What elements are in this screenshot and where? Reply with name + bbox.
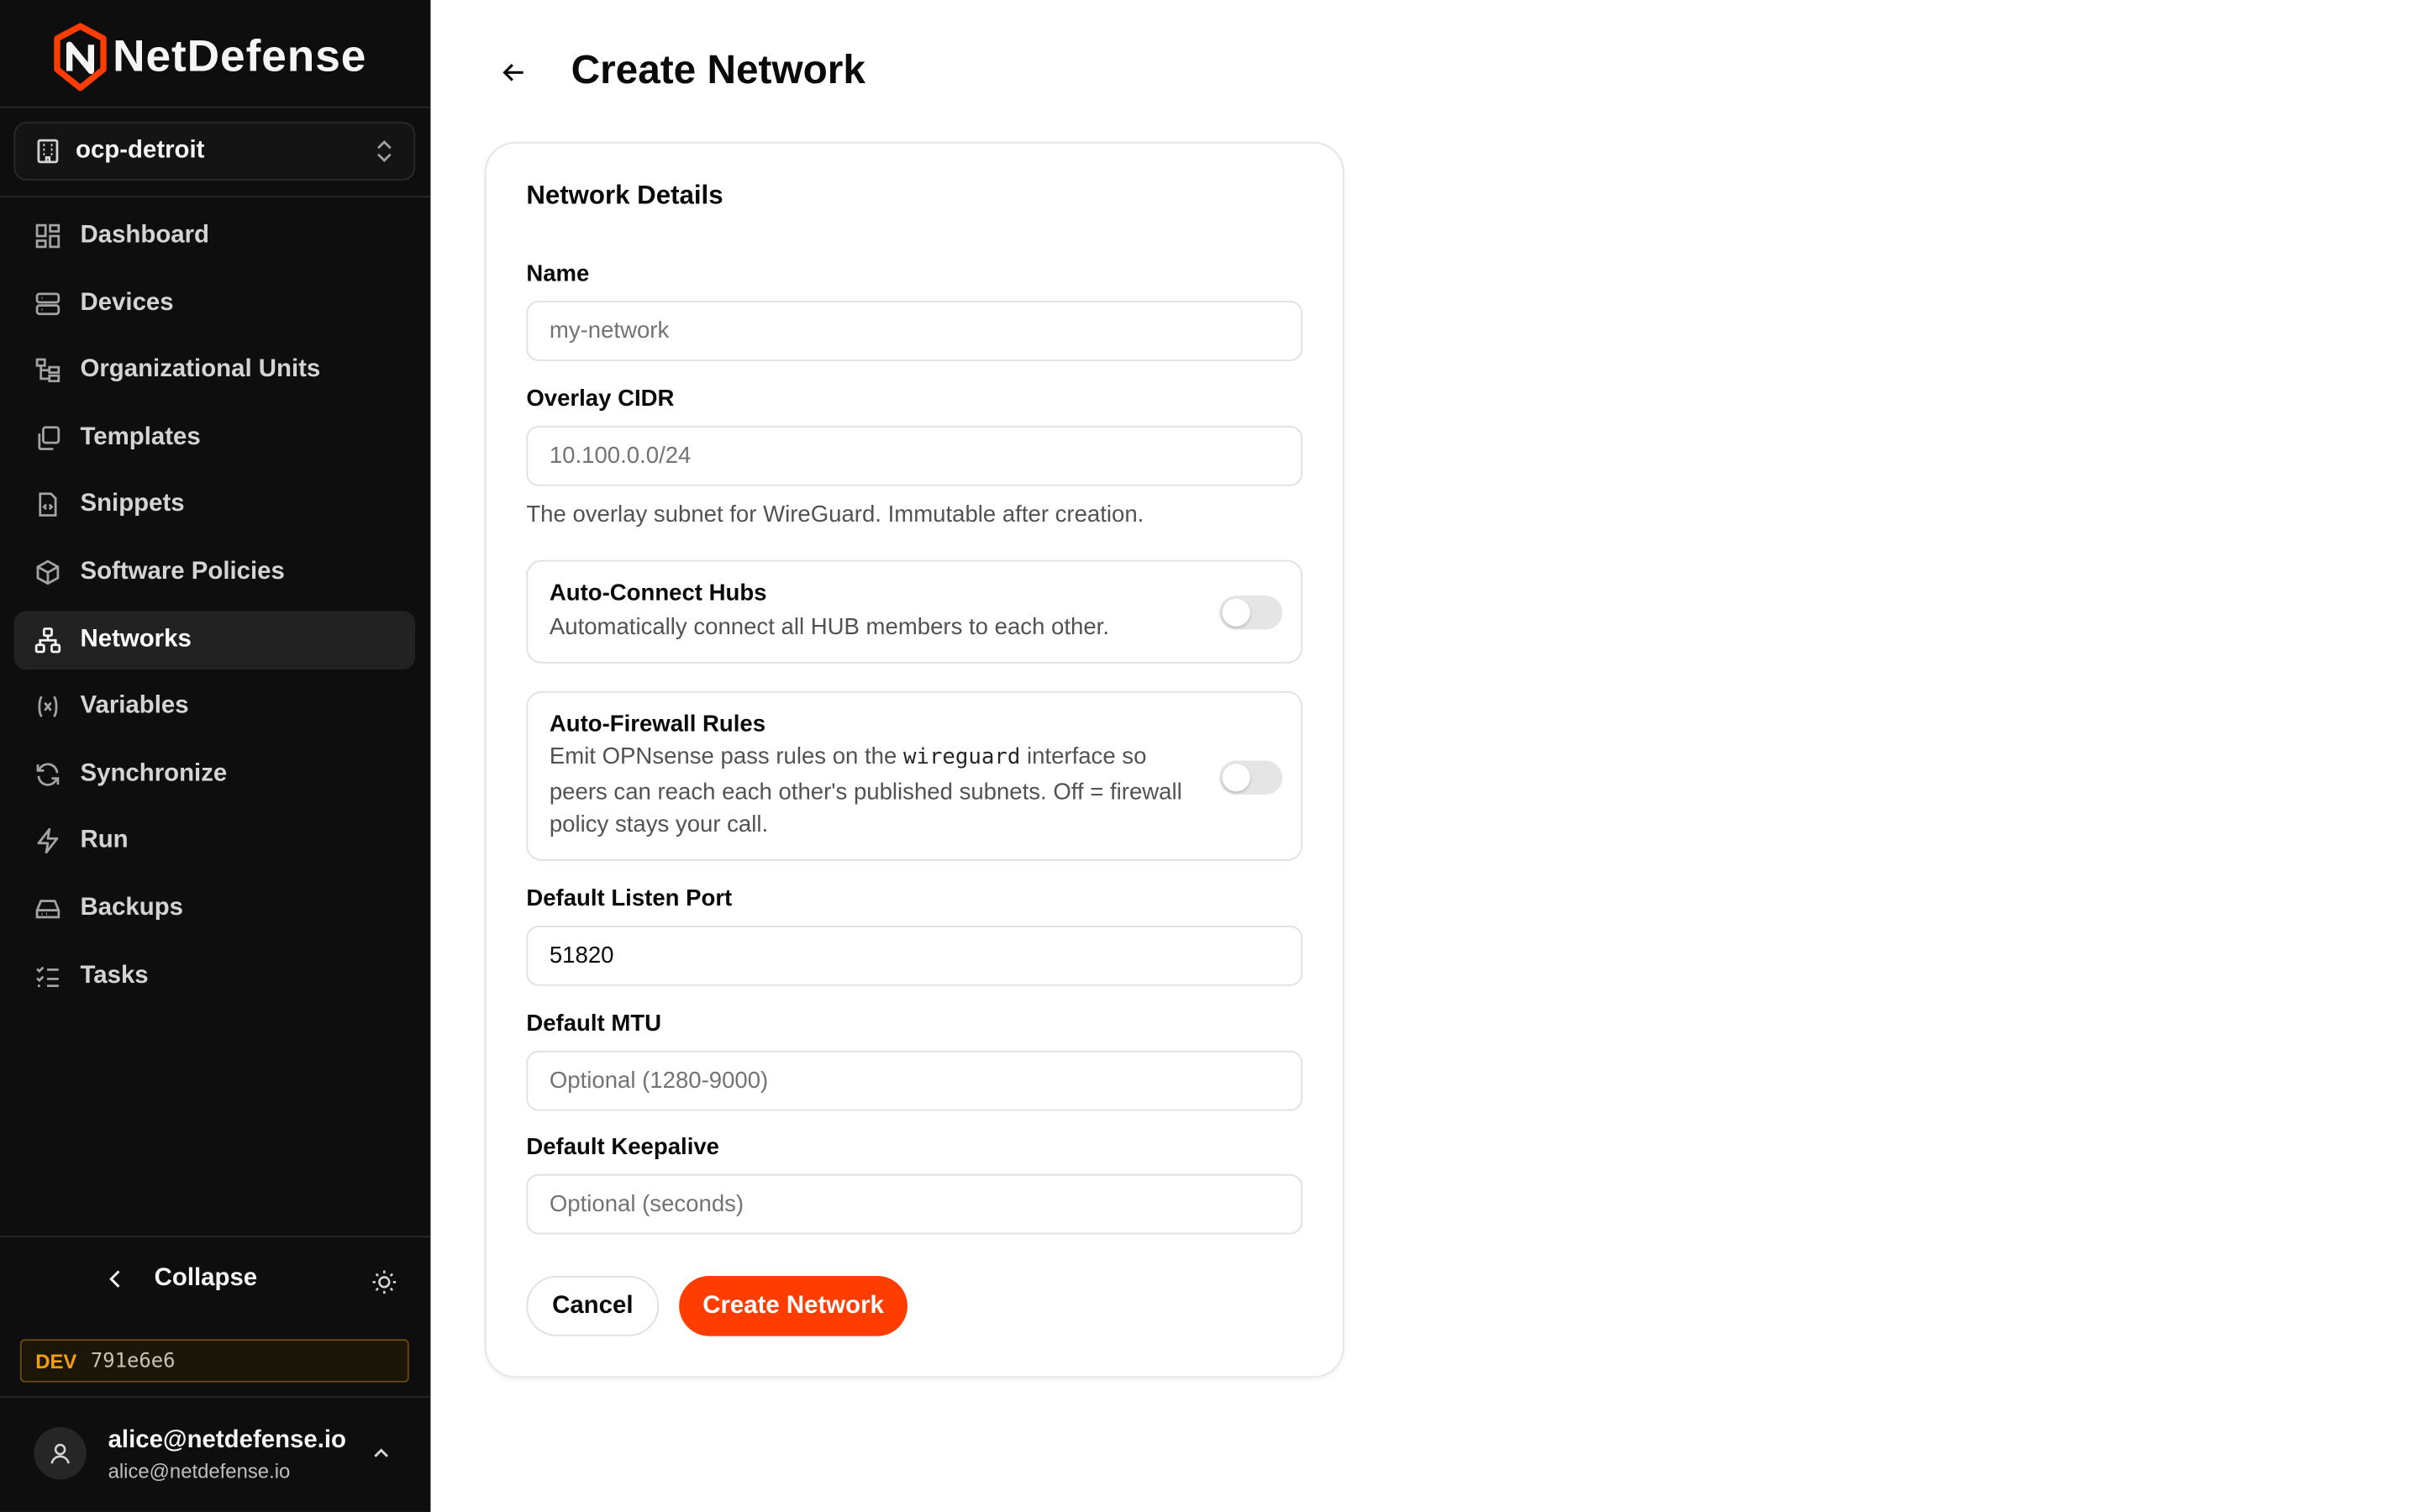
- sidebar-item-label: Devices: [80, 289, 174, 316]
- chevron-up-icon: [374, 1448, 389, 1457]
- sidebar-item-label: Templates: [80, 423, 201, 450]
- auto-connect-hubs-setting: Auto-Connect Hubs Automatically connect …: [526, 559, 1303, 664]
- collapse-button[interactable]: Collapse: [102, 1265, 257, 1293]
- sidebar-footer-controls: Collapse: [0, 1250, 430, 1315]
- sun-icon[interactable]: [371, 1268, 398, 1296]
- avatar: [34, 1426, 87, 1480]
- sidebar: NetDefense ocp-detroit Dashboard Devices: [0, 0, 431, 1512]
- overlay-cidr-label: Overlay CIDR: [526, 386, 675, 412]
- user-icon: [50, 1443, 70, 1464]
- sidebar-item-label: Dashboard: [80, 222, 210, 249]
- hard-drive-icon: [35, 900, 60, 919]
- brand-logo[interactable]: NetDefense: [52, 23, 367, 92]
- chevron-left-icon: [109, 1270, 120, 1288]
- user-name: alice@netdefense.io: [108, 1426, 347, 1454]
- auto-connect-description: Automatically connect all HUB members to…: [549, 614, 1109, 641]
- file-code-icon: [39, 493, 57, 517]
- sidebar-item-snippets[interactable]: Snippets: [14, 475, 416, 534]
- sidebar-item-networks[interactable]: Networks: [13, 610, 416, 669]
- sidebar-item-dashboard[interactable]: Dashboard: [14, 207, 416, 265]
- sidebar-item-tasks[interactable]: Tasks: [14, 947, 416, 1005]
- page-title: Create Network: [571, 46, 865, 93]
- package-icon: [36, 559, 60, 585]
- app-root: NetDefense ocp-detroit Dashboard Devices: [0, 0, 2420, 1512]
- card-title: Network Details: [526, 180, 723, 210]
- sidebar-item-software-policies[interactable]: Software Policies: [14, 543, 416, 601]
- network-icon: [34, 627, 61, 653]
- org-selector[interactable]: ocp-detroit: [13, 122, 416, 181]
- auto-connect-title: Auto-Connect Hubs: [549, 580, 767, 606]
- collapse-label: Collapse: [154, 1265, 258, 1292]
- dashboard-icon: [35, 223, 60, 249]
- sidebar-item-label: Synchronize: [80, 760, 228, 787]
- sidebar-item-synchronize[interactable]: Synchronize: [14, 745, 416, 804]
- sidebar-item-organizational-units[interactable]: Organizational Units: [14, 341, 416, 400]
- sidebar-divider: [0, 106, 431, 108]
- netdefense-logo-icon: [54, 23, 107, 92]
- sidebar-item-label: Software Policies: [80, 558, 285, 585]
- environment-label: DEV: [35, 1349, 77, 1373]
- create-network-button[interactable]: Create Network: [679, 1275, 908, 1336]
- refresh-icon: [36, 762, 60, 786]
- sidebar-nav: Dashboard Devices Organizational Units T…: [13, 207, 416, 1014]
- environment-badge: DEV 791e6e6: [19, 1339, 409, 1383]
- sidebar-item-variables[interactable]: Variables: [14, 678, 416, 737]
- sidebar-item-label: Organizational Units: [80, 356, 321, 383]
- build-hash: 791e6e6: [90, 1349, 176, 1373]
- toggle-knob: [1222, 764, 1250, 792]
- list-checks-icon: [36, 965, 59, 987]
- interface-code: wireguard: [902, 745, 1021, 770]
- description-text: Emit OPNsense pass rules on the: [549, 743, 903, 770]
- name-input[interactable]: my-network: [526, 301, 1303, 361]
- sidebar-item-label: Snippets: [80, 491, 185, 517]
- back-arrow-icon[interactable]: [497, 55, 530, 89]
- sidebar-item-templates[interactable]: Templates: [14, 408, 416, 467]
- auto-firewall-rules-setting: Auto-Firewall Rules Emit OPNsense pass r…: [526, 690, 1303, 861]
- toggle-knob: [1222, 598, 1250, 627]
- chevrons-up-down-icon: [377, 140, 392, 162]
- tree-icon: [35, 358, 60, 383]
- variable-icon: [38, 696, 58, 718]
- auto-connect-toggle[interactable]: [1218, 595, 1283, 630]
- brand-name: NetDefense: [113, 31, 367, 81]
- sidebar-divider: [0, 1236, 431, 1238]
- sidebar-item-label: Backups: [80, 895, 184, 921]
- listen-port-label: Default Listen Port: [526, 885, 733, 912]
- auto-firewall-toggle[interactable]: [1218, 760, 1283, 795]
- keepalive-input[interactable]: Optional (seconds): [526, 1173, 1303, 1235]
- user-email: alice@netdefense.io: [108, 1459, 291, 1483]
- sidebar-item-run[interactable]: Run: [14, 812, 416, 871]
- overlay-cidr-help: The overlay subnet for WireGuard. Immuta…: [526, 501, 1144, 528]
- cancel-button[interactable]: Cancel: [526, 1275, 660, 1336]
- auto-firewall-title: Auto-Firewall Rules: [549, 711, 766, 738]
- sidebar-item-label: Run: [80, 827, 129, 854]
- user-menu[interactable]: alice@netdefense.io alice@netdefense.io: [0, 1398, 430, 1512]
- building-icon: [37, 139, 59, 164]
- name-label: Name: [526, 260, 590, 287]
- org-selector-value: ocp-detroit: [75, 137, 205, 164]
- auto-firewall-description: Emit OPNsense pass rules on the wireguar…: [550, 741, 1206, 842]
- sidebar-item-backups[interactable]: Backups: [14, 879, 416, 938]
- keepalive-label: Default Keepalive: [526, 1133, 719, 1161]
- sidebar-item-devices[interactable]: Devices: [14, 274, 416, 333]
- server-icon: [35, 291, 60, 315]
- zap-icon: [37, 828, 59, 854]
- mtu-input[interactable]: Optional (1280-9000): [526, 1050, 1303, 1111]
- copy-icon: [38, 425, 60, 450]
- mtu-label: Default MTU: [526, 1011, 662, 1037]
- sidebar-item-label: Networks: [80, 625, 192, 653]
- overlay-cidr-input[interactable]: 10.100.0.0/24: [526, 425, 1303, 486]
- listen-port-input[interactable]: 51820: [526, 926, 1303, 986]
- sidebar-divider: [0, 196, 431, 198]
- sidebar-item-label: Variables: [80, 692, 189, 720]
- sidebar-item-label: Tasks: [80, 962, 149, 989]
